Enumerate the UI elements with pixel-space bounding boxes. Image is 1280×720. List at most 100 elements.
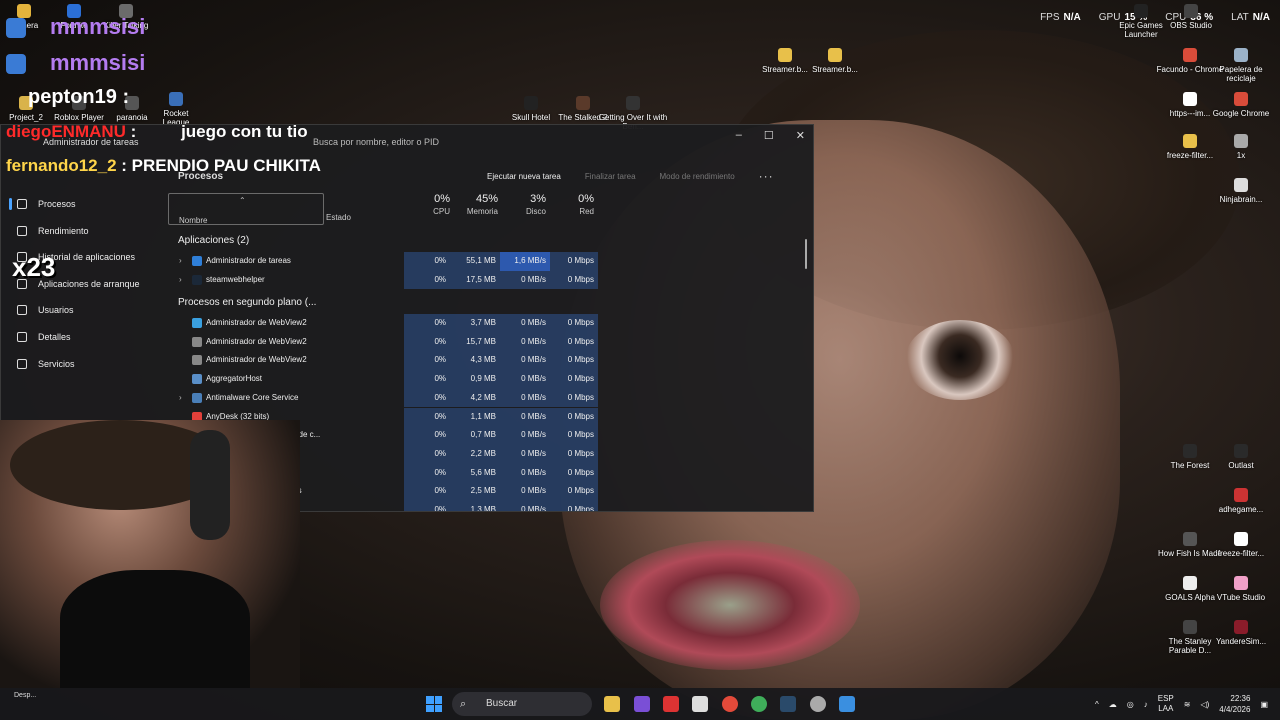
- process-icon: [192, 355, 202, 366]
- table-row[interactable]: › Antimalware Core Service 0% 4,2 MB 0 MB/s 0…: [168, 388, 808, 408]
- language-indicator[interactable]: ESP LAA: [1158, 694, 1174, 714]
- sidebar-item-processes[interactable]: Procesos: [1, 191, 166, 218]
- column-cpu[interactable]: 0% CPU: [404, 193, 450, 225]
- desktop-icon[interactable]: VTube Studio: [1206, 576, 1276, 602]
- table-row[interactable]: › steamwebhelper 0% 17,5 MB 0 MB/s 0 Mbps: [168, 270, 808, 290]
- cpu-cell: 0%: [404, 444, 450, 464]
- desktop-icon[interactable]: Outlast: [1206, 444, 1276, 470]
- app-icon[interactable]: [663, 696, 679, 712]
- end-task-button[interactable]: Finalizar tarea: [585, 172, 636, 181]
- column-memory[interactable]: 45% Memoria: [450, 193, 498, 225]
- chevron-right-icon[interactable]: ›: [179, 275, 182, 284]
- disk-cell: 0 MB/s: [500, 370, 550, 389]
- obs-icon: [1184, 4, 1198, 18]
- sidebar-item-users[interactable]: Usuarios: [1, 297, 166, 324]
- process-name: Administrador de WebView2: [206, 336, 307, 346]
- cpu-cell: 0%: [404, 351, 450, 371]
- network-cell: 0 Mbps: [550, 426, 598, 445]
- app-icon: [169, 92, 183, 106]
- sidebar-item-details[interactable]: Detalles: [1, 324, 166, 351]
- disk-cell: 0 MB/s: [500, 407, 550, 427]
- cpu-cell: 0%: [404, 314, 450, 333]
- column-disk[interactable]: 3% Disco: [500, 193, 546, 225]
- desktop-icon[interactable]: Ninjabrain...: [1206, 178, 1276, 204]
- file-explorer-icon[interactable]: [604, 696, 620, 712]
- desktop-icon[interactable]: Google Chrome: [1206, 92, 1276, 118]
- weather-widget[interactable]: Desp...: [14, 692, 36, 699]
- network-icon[interactable]: ◎: [1127, 700, 1134, 709]
- onedrive-icon[interactable]: ☁: [1109, 700, 1117, 709]
- chrome-icon: [1183, 48, 1197, 62]
- memory-cell: 0,9 MB: [450, 370, 500, 389]
- recycle-bin-icon: [1234, 48, 1248, 62]
- app-icon: [1183, 576, 1197, 590]
- chevron-up-icon[interactable]: ^: [1095, 700, 1099, 709]
- minimize-button[interactable]: –: [736, 129, 742, 142]
- chevron-right-icon[interactable]: ›: [179, 393, 182, 402]
- taskbar-search[interactable]: ⌕ Buscar: [452, 692, 592, 716]
- process-icon: [192, 336, 202, 347]
- desktop-icon[interactable]: 1x: [1206, 134, 1276, 160]
- column-name[interactable]: ⌃ Nombre: [168, 193, 324, 225]
- grid-icon: [17, 199, 27, 209]
- desktop-icon[interactable]: adhegame...: [1206, 488, 1276, 514]
- table-row[interactable]: Administrador de WebView2 0% 3,7 MB 0 MB/s 0…: [168, 314, 808, 333]
- notifications-icon[interactable]: ▣: [1260, 700, 1268, 709]
- app-icon: [1234, 134, 1248, 148]
- column-network[interactable]: 0% Red: [550, 193, 594, 225]
- efficiency-mode-button[interactable]: Modo de rendimiento: [660, 172, 735, 181]
- close-button[interactable]: ✕: [796, 129, 805, 142]
- disk-cell: 0 MB/s: [500, 482, 550, 501]
- start-button[interactable]: [426, 696, 442, 712]
- cpu-cell: 0%: [404, 407, 450, 427]
- process-icon: [192, 374, 202, 385]
- maximize-button[interactable]: ☐: [764, 129, 774, 142]
- run-new-task-button[interactable]: Ejecutar nueva tarea: [487, 172, 561, 181]
- file-icon: [1234, 532, 1248, 546]
- table-row[interactable]: Administrador de WebView2 0% 4,3 MB 0 MB/s 0…: [168, 351, 808, 371]
- network-cell: 0 Mbps: [550, 270, 598, 290]
- mic-icon[interactable]: ♪: [1144, 700, 1148, 709]
- folder-icon: [778, 48, 792, 62]
- chrome-icon[interactable]: [722, 696, 738, 712]
- column-status[interactable]: Estado: [326, 193, 386, 225]
- store-icon[interactable]: [692, 696, 708, 712]
- chevron-right-icon[interactable]: ›: [179, 256, 182, 265]
- sidebar-item-performance[interactable]: Rendimiento: [1, 218, 166, 245]
- desktop-icon[interactable]: OBS Studio: [1156, 4, 1226, 30]
- sidebar-item-services[interactable]: Servicios: [1, 351, 166, 378]
- network-cell: 0 Mbps: [550, 482, 598, 501]
- app-icon[interactable]: [634, 696, 650, 712]
- disk-cell: 1,6 MB/s: [500, 252, 550, 271]
- table-row[interactable]: Administrador de WebView2 0% 15,7 MB 0 MB/s…: [168, 332, 808, 352]
- disk-cell: 0 MB/s: [500, 388, 550, 408]
- more-options-button[interactable]: ···: [759, 169, 774, 183]
- chat-message: mmmsisi: [50, 14, 146, 39]
- table-row[interactable]: AggregatorHost 0% 0,9 MB 0 MB/s 0 Mbps: [168, 370, 808, 389]
- combo-counter: x23: [12, 252, 56, 282]
- task-manager-icon[interactable]: [839, 696, 855, 712]
- desktop-icon[interactable]: freeze-filter...: [1206, 532, 1276, 558]
- app-icon: [524, 96, 538, 110]
- memory-cell: 15,7 MB: [450, 332, 500, 352]
- chat-message: diegoENMANU : juego con tu tio: [6, 122, 308, 141]
- table-row[interactable]: › Administrador de tareas 0% 55,1 MB 1,6 MB/…: [168, 252, 808, 271]
- app-icon[interactable]: [810, 696, 826, 712]
- clock[interactable]: 22:36 4/4/2026: [1219, 693, 1250, 715]
- wifi-icon[interactable]: ≋: [1184, 700, 1191, 709]
- steam-icon[interactable]: [780, 696, 796, 712]
- desktop-icon[interactable]: YandereSim...: [1206, 620, 1276, 646]
- chrome-icon[interactable]: [751, 696, 767, 712]
- desktop-icon[interactable]: Papelera de reciclaje: [1206, 48, 1276, 83]
- volume-icon[interactable]: ◁): [1200, 700, 1209, 709]
- search-input[interactable]: Busca por nombre, editor o PID: [283, 133, 613, 151]
- app-icon: [576, 96, 590, 110]
- background-eye: [905, 320, 1015, 400]
- process-icon: [192, 274, 202, 285]
- desktop-icon[interactable]: Streamer.b...: [800, 48, 870, 74]
- cpu-cell: 0%: [404, 482, 450, 501]
- memory-cell: 1,1 MB: [450, 407, 500, 427]
- scrollbar[interactable]: [805, 239, 807, 269]
- chat-message: pepton19 :: [28, 86, 130, 108]
- network-cell: 0 Mbps: [550, 463, 598, 483]
